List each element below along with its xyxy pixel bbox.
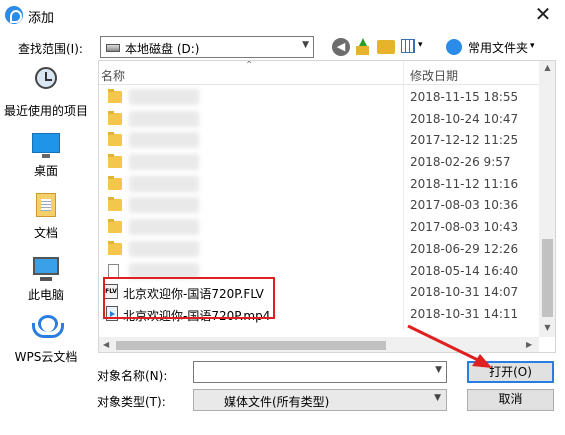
lookin-value: 本地磁盘 (D:)	[125, 42, 200, 56]
file-date: 2018-10-24 10:47	[410, 111, 519, 126]
file-date: 2017-08-03 10:36	[410, 198, 519, 213]
redacted-name	[129, 154, 199, 171]
lookin-toolbar: 查找范围(I): 本地磁盘 (D:) ▼ ◀ ▾ 常用文件夹 ▾	[0, 36, 565, 58]
file-date: 2018-05-14 16:40	[410, 263, 519, 278]
file-list: ⌃ 名称 修改日期 2018-11-15 18:55 2018-10-24 10…	[98, 60, 556, 353]
common-folders-button[interactable]: 常用文件夹 ▾	[446, 38, 541, 56]
list-item[interactable]: 2018-02-26 9:57	[99, 152, 539, 174]
this-pc-icon	[33, 257, 59, 281]
folder-icon	[108, 197, 122, 212]
common-folders-label: 常用文件夹	[468, 41, 529, 55]
window-title: 添加	[28, 11, 55, 26]
chevron-down-icon: ▼	[434, 393, 441, 403]
redacted-name	[129, 132, 199, 149]
list-item[interactable]: 2018-11-12 11:16	[99, 174, 539, 196]
app-icon	[5, 6, 23, 24]
filename-input[interactable]	[196, 363, 426, 381]
list-item[interactable]: 2018-06-29 12:26	[99, 239, 539, 261]
close-button[interactable]: ✕	[525, 0, 561, 30]
file-icon	[108, 263, 119, 278]
folder-icon	[108, 89, 122, 103]
new-folder-button[interactable]	[377, 40, 395, 54]
sidebar-item-desktop[interactable]: 桌面	[0, 123, 92, 183]
desktop-icon	[32, 133, 60, 158]
file-date: 2017-08-03 10:43	[410, 220, 519, 235]
redacted-name	[129, 89, 199, 105]
up-folder-button[interactable]	[354, 38, 370, 56]
title-bar: 添加 ✕	[0, 0, 565, 30]
file-date: 2017-12-12 11:25	[410, 133, 519, 148]
recent-items-icon	[35, 67, 57, 89]
folder-icon	[108, 132, 122, 147]
sidebar-item-label: 此电脑	[27, 288, 64, 302]
chevron-down-icon: ▾	[530, 41, 535, 51]
folder-icon	[108, 110, 122, 125]
sidebar-item-label: 桌面	[33, 164, 58, 178]
redacted-name	[129, 240, 199, 257]
vertical-scrollbar[interactable]: ▲ ▼	[539, 61, 555, 337]
list-item[interactable]: 2018-10-24 10:47	[99, 109, 539, 131]
drive-icon	[106, 44, 120, 52]
documents-icon	[36, 193, 56, 217]
sidebar-item-this-pc[interactable]: 此电脑	[0, 247, 92, 307]
sidebar-item-label: 最近使用的项目	[3, 104, 88, 118]
selection-highlight-annotation	[103, 277, 275, 319]
column-name-header[interactable]: 名称	[101, 67, 125, 84]
wps-cloud-icon	[30, 315, 64, 338]
redacted-name	[129, 175, 199, 192]
column-date-header[interactable]: 修改日期	[410, 67, 458, 84]
scroll-up-icon[interactable]: ▲	[539, 63, 555, 72]
file-date: 2018-06-29 12:26	[410, 241, 519, 256]
open-button[interactable]: 打开(O)	[467, 361, 554, 383]
lookin-label: 查找范围(I):	[18, 42, 83, 56]
horizontal-scrollbar[interactable]: ◀ ▶	[99, 337, 539, 352]
folder-icon	[108, 240, 122, 255]
list-item[interactable]: 2017-08-03 10:36	[99, 195, 539, 217]
chevron-down-icon: ▾	[418, 40, 423, 50]
back-button[interactable]: ◀	[332, 38, 350, 56]
view-grid-icon	[401, 39, 415, 53]
scroll-left-icon[interactable]: ◀	[103, 340, 109, 349]
list-item[interactable]: 2017-08-03 10:43	[99, 217, 539, 239]
list-item[interactable]: 2017-12-12 11:25	[99, 130, 539, 152]
scroll-down-icon[interactable]: ▼	[539, 323, 555, 332]
sidebar-item-recent[interactable]: 最近使用的项目	[0, 63, 92, 123]
filename-field[interactable]: ▼	[193, 361, 447, 383]
sidebar-item-label: 文档	[33, 226, 58, 240]
folder-icon	[108, 154, 122, 169]
sort-ascending-icon: ⌃	[245, 60, 254, 71]
folder-icon	[108, 175, 122, 190]
file-date: 2018-10-31 14:11	[410, 306, 519, 321]
scrollbar-thumb[interactable]	[116, 341, 386, 350]
sidebar-item-label: WPS云文档	[14, 350, 78, 364]
lookin-combobox[interactable]: 本地磁盘 (D:) ▼	[100, 36, 314, 58]
view-menu-button[interactable]: ▾	[401, 38, 427, 56]
file-date: 2018-11-12 11:16	[410, 176, 519, 191]
filetype-label: 对象类型(T):	[97, 395, 166, 409]
column-header: ⌃ 名称 修改日期	[99, 61, 539, 85]
file-date: 2018-10-31 14:07	[410, 285, 519, 300]
list-item[interactable]: 2018-11-15 18:55	[99, 87, 539, 109]
chevron-down-icon[interactable]: ▼	[435, 365, 442, 375]
file-date: 2018-02-26 9:57	[410, 155, 511, 170]
file-date: 2018-11-15 18:55	[410, 90, 519, 104]
redacted-name	[129, 110, 199, 127]
places-sidebar: 最近使用的项目 桌面 文档 此电脑 WPS云文档	[0, 61, 92, 371]
sidebar-item-wps-cloud[interactable]: WPS云文档	[0, 309, 92, 369]
chevron-down-icon[interactable]: ▼	[302, 40, 309, 50]
scroll-right-icon[interactable]: ▶	[526, 340, 532, 349]
filename-label: 对象名称(N):	[97, 369, 168, 383]
filetype-value: 媒体文件(所有类型)	[224, 395, 330, 409]
globe-icon	[446, 39, 462, 55]
folder-icon	[108, 219, 122, 234]
redacted-name	[129, 219, 199, 236]
sidebar-item-documents[interactable]: 文档	[0, 185, 92, 245]
redacted-name	[129, 197, 199, 214]
cancel-button[interactable]: 取消	[467, 389, 554, 411]
scrollbar-thumb[interactable]	[542, 239, 553, 317]
filetype-select[interactable]: 媒体文件(所有类型) ▼	[193, 389, 447, 411]
